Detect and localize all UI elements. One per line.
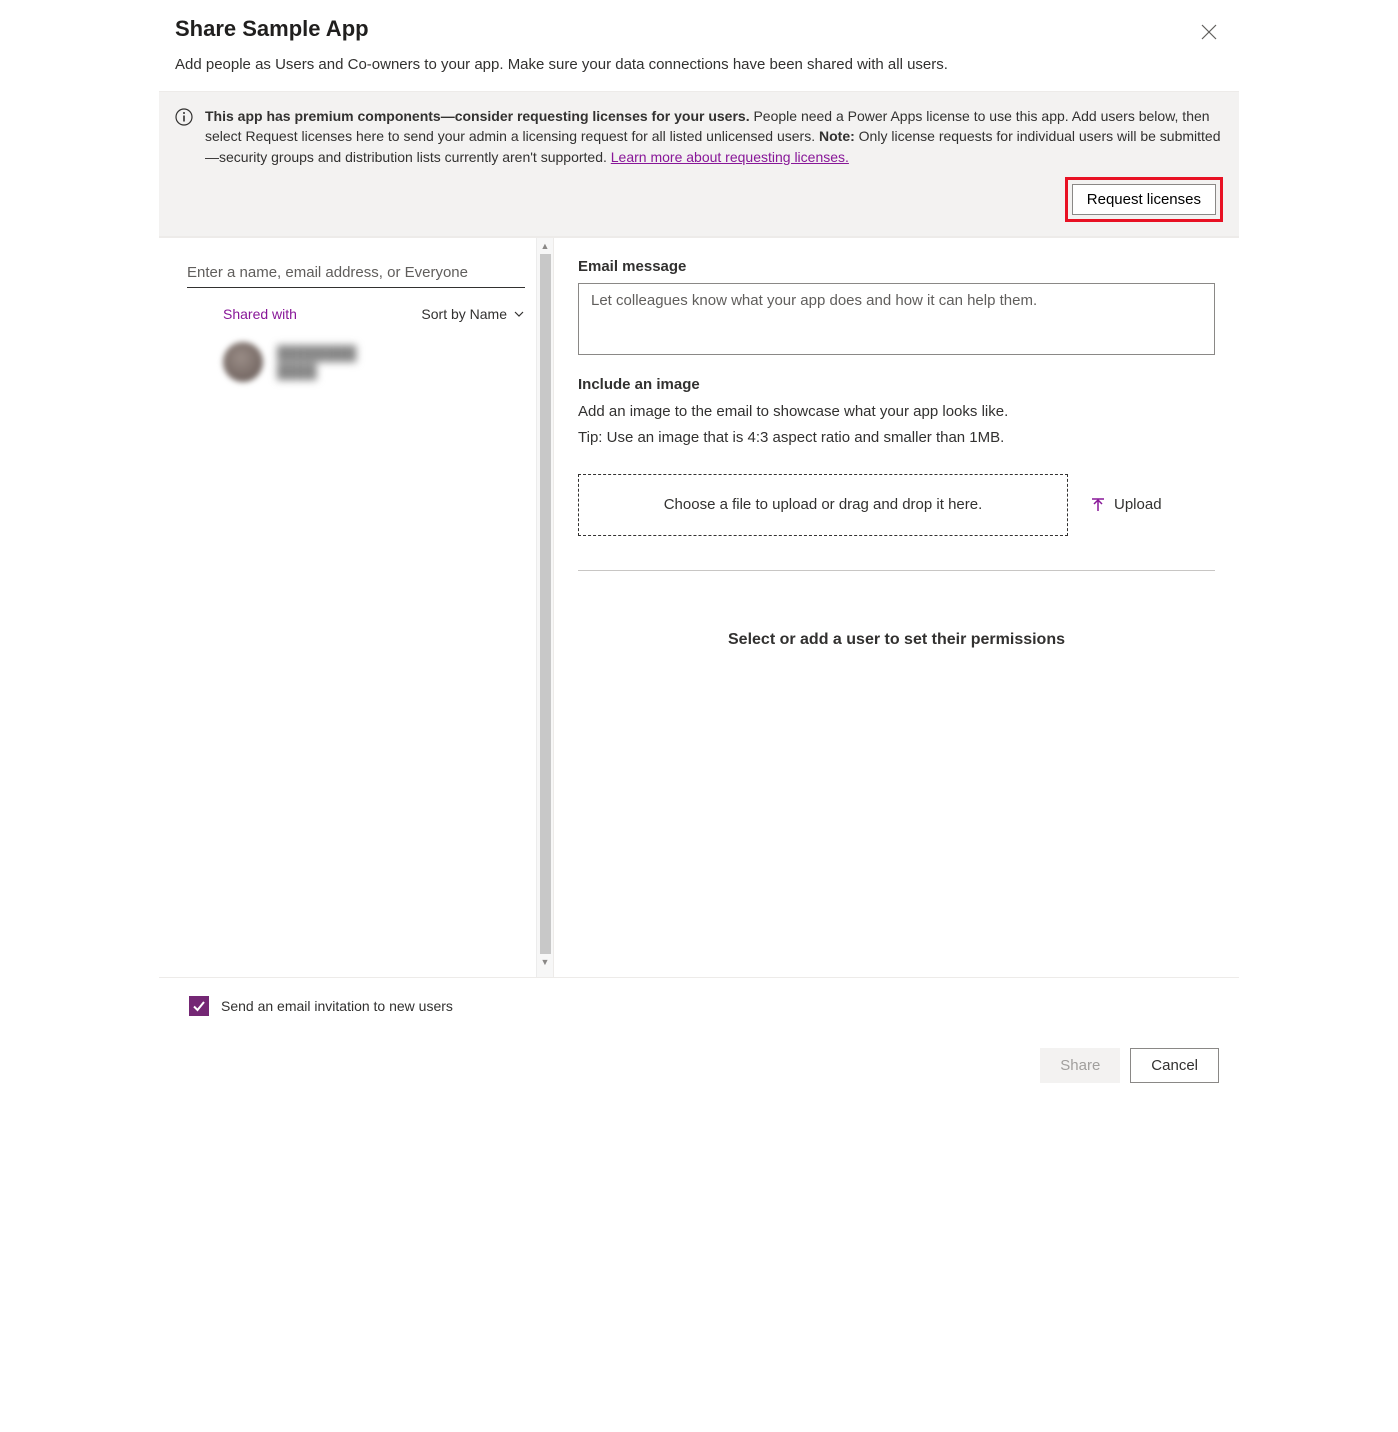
user-text: ████████ ████ — [277, 345, 356, 379]
image-desc-line1: Add an image to the email to showcase wh… — [578, 401, 1215, 424]
search-row — [159, 238, 553, 288]
scrollbar[interactable]: ▲ ▼ — [536, 238, 553, 977]
footer-actions: Share Cancel — [159, 1034, 1239, 1097]
scroll-up-arrow[interactable]: ▲ — [537, 238, 553, 254]
left-pane: Shared with Sort by Name ████████ ████ ▲ — [159, 238, 554, 977]
learn-more-link[interactable]: Learn more about requesting licenses. — [611, 149, 849, 165]
email-message-input[interactable] — [578, 283, 1215, 355]
upload-row: Choose a file to upload or drag and drop… — [578, 474, 1215, 536]
user-subtext: ████ — [277, 363, 356, 379]
right-pane: Email message Include an image Add an im… — [554, 238, 1239, 977]
checkmark-icon — [192, 999, 206, 1013]
include-image-label: Include an image — [578, 376, 1215, 393]
image-desc-line2: Tip: Use an image that is 4:3 aspect rat… — [578, 427, 1215, 450]
dialog-subtitle: Add people as Users and Co-owners to you… — [175, 56, 1223, 73]
banner-content: This app has premium components—consider… — [205, 106, 1223, 222]
include-image-section: Include an image Add an image to the ema… — [578, 376, 1215, 536]
share-dialog: Share Sample App Add people as Users and… — [159, 0, 1239, 1097]
shared-with-row: Shared with Sort by Name — [159, 288, 553, 332]
user-list-item[interactable]: ████████ ████ — [159, 332, 553, 392]
banner-bold-text: This app has premium components—consider… — [205, 108, 750, 124]
scrollbar-thumb[interactable] — [540, 254, 551, 954]
dialog-header: Share Sample App Add people as Users and… — [159, 0, 1239, 91]
sort-by-dropdown[interactable]: Sort by Name — [421, 306, 525, 322]
email-message-label: Email message — [578, 258, 1215, 275]
file-dropzone[interactable]: Choose a file to upload or drag and drop… — [578, 474, 1068, 536]
people-search-input[interactable] — [187, 258, 525, 288]
permission-prompt: Select or add a user to set their permis… — [578, 631, 1215, 649]
request-licenses-button[interactable]: Request licenses — [1072, 184, 1216, 215]
close-icon — [1201, 24, 1217, 40]
close-button[interactable] — [1195, 18, 1223, 46]
email-invite-checkbox[interactable] — [189, 996, 209, 1016]
info-icon — [175, 108, 193, 126]
banner-note-label: Note: — [819, 128, 855, 144]
email-invite-label: Send an email invitation to new users — [221, 998, 453, 1014]
upload-button[interactable]: Upload — [1090, 496, 1162, 513]
request-highlight: Request licenses — [1065, 177, 1223, 222]
upload-label: Upload — [1114, 496, 1162, 513]
share-button[interactable]: Share — [1040, 1048, 1120, 1083]
premium-banner: This app has premium components—consider… — [159, 91, 1239, 237]
scroll-down-arrow[interactable]: ▼ — [537, 954, 553, 970]
shared-with-label: Shared with — [223, 306, 297, 322]
upload-icon — [1090, 497, 1106, 513]
cancel-button[interactable]: Cancel — [1130, 1048, 1219, 1083]
section-divider — [578, 570, 1215, 571]
dropzone-text: Choose a file to upload or drag and drop… — [664, 496, 983, 513]
banner-action-row: Request licenses — [205, 177, 1223, 222]
user-name: ████████ — [277, 345, 356, 361]
dialog-body: Shared with Sort by Name ████████ ████ ▲ — [159, 237, 1239, 977]
sort-by-label: Sort by Name — [421, 306, 507, 322]
bottom-bar: Send an email invitation to new users Sh… — [159, 977, 1239, 1097]
email-invite-row: Send an email invitation to new users — [159, 978, 554, 1034]
dialog-title: Share Sample App — [175, 16, 1223, 42]
avatar — [223, 342, 263, 382]
chevron-down-icon — [513, 308, 525, 320]
